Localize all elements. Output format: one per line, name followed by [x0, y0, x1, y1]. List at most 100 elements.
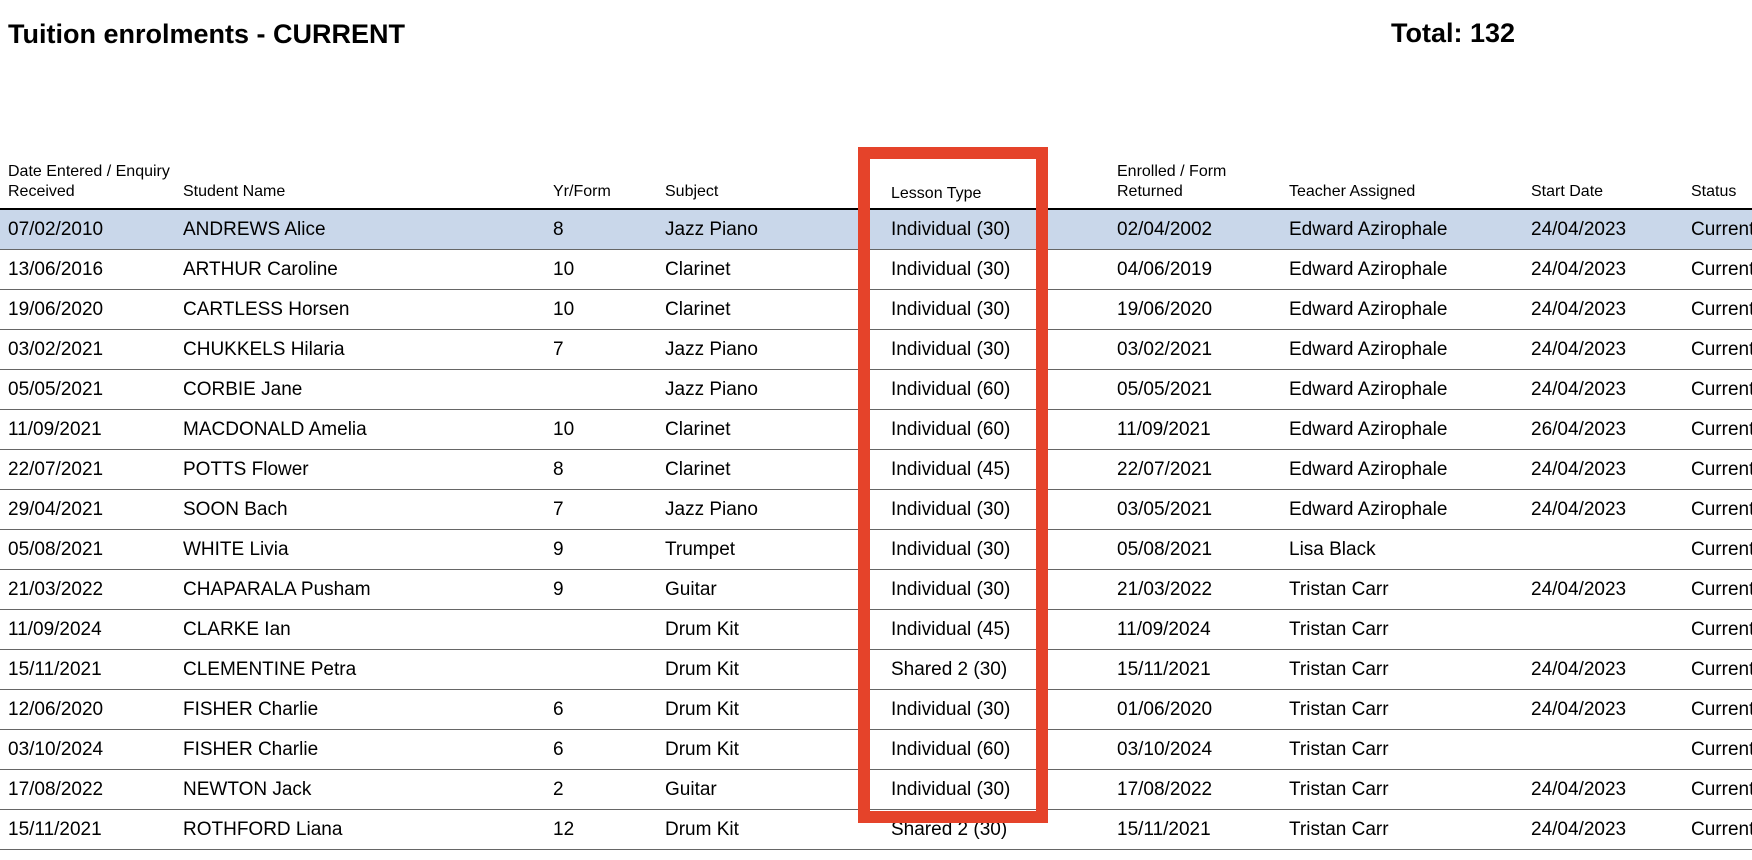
report-title: Tuition enrolments - CURRENT: [8, 19, 405, 49]
date-entered-cell: 21/03/2022: [0, 569, 175, 610]
table-row[interactable]: 11/09/2024 CLARKE Ian Drum Kit Individual (…: [0, 609, 1752, 650]
column-header-date-entered[interactable]: Date Entered / Enquiry Received: [0, 162, 175, 210]
start-date-cell: 24/04/2023: [1523, 809, 1683, 850]
enrolled-cell: 15/11/2021: [1109, 809, 1281, 850]
column-header-status[interactable]: Status: [1683, 162, 1752, 210]
enrolled-cell: 11/09/2021: [1109, 409, 1281, 450]
lesson-type-cell: Individual (30): [883, 329, 1109, 370]
subject-cell: Drum Kit: [657, 809, 883, 850]
student-name-cell: ANDREWS Alice: [175, 209, 545, 250]
table-row[interactable]: 11/09/2021 MACDONALD Amelia 10 Clarinet Indi…: [0, 409, 1752, 450]
status-cell: Current: [1683, 609, 1752, 650]
column-header-teacher-assigned[interactable]: Teacher Assigned: [1281, 162, 1523, 210]
table-row[interactable]: 13/06/2016 ARTHUR Caroline 10 Clarinet Indiv…: [0, 249, 1752, 290]
teacher-cell: Lisa Black: [1281, 529, 1523, 570]
column-header-enrolled[interactable]: Enrolled / Form Returned: [1109, 162, 1281, 210]
date-entered-cell: 29/04/2021: [0, 489, 175, 530]
student-name-cell: POTTS Flower: [175, 449, 545, 490]
teacher-cell: Edward Azirophale: [1281, 449, 1523, 490]
date-entered-cell: 05/08/2021: [0, 529, 175, 570]
enrolled-cell: 03/02/2021: [1109, 329, 1281, 370]
student-name-cell: CARTLESS Horsen: [175, 289, 545, 330]
status-cell: Current: [1683, 209, 1752, 250]
date-entered-cell: 19/06/2020: [0, 289, 175, 330]
subject-cell: Jazz Piano: [657, 209, 883, 250]
date-entered-cell: 22/07/2021: [0, 449, 175, 490]
table-row[interactable]: 15/11/2021 ROTHFORD Liana 12 Drum Kit Shared…: [0, 809, 1752, 850]
lesson-type-cell: Individual (30): [883, 289, 1109, 330]
start-date-cell: 24/04/2023: [1523, 289, 1683, 330]
enrolled-cell: 17/08/2022: [1109, 769, 1281, 810]
start-date-cell: 24/04/2023: [1523, 209, 1683, 250]
start-date-cell: [1523, 609, 1683, 650]
student-name-cell: CORBIE Jane: [175, 369, 545, 410]
subject-cell: Drum Kit: [657, 649, 883, 690]
subject-cell: Clarinet: [657, 249, 883, 290]
student-name-cell: SOON Bach: [175, 489, 545, 530]
column-header-start-date[interactable]: Start Date: [1523, 162, 1683, 210]
table-row[interactable]: 29/04/2021 SOON Bach 7 Jazz Piano Individual…: [0, 489, 1752, 530]
enrolled-cell: 15/11/2021: [1109, 649, 1281, 690]
lesson-type-cell: Shared 2 (30): [883, 649, 1109, 690]
subject-cell: Jazz Piano: [657, 369, 883, 410]
status-cell: Current: [1683, 489, 1752, 530]
enrolled-cell: 05/05/2021: [1109, 369, 1281, 410]
subject-cell: Guitar: [657, 769, 883, 810]
table-row[interactable]: 21/03/2022 CHAPARALA Pusham 9 Guitar Individ…: [0, 569, 1752, 610]
subject-cell: Drum Kit: [657, 729, 883, 770]
column-header-student-name[interactable]: Student Name: [175, 162, 545, 210]
start-date-cell: 24/04/2023: [1523, 649, 1683, 690]
yr-form-cell: 10: [545, 409, 657, 450]
subject-cell: Clarinet: [657, 409, 883, 450]
table-row[interactable]: 22/07/2021 POTTS Flower 8 Clarinet Individua…: [0, 449, 1752, 490]
start-date-cell: [1523, 529, 1683, 570]
start-date-cell: 24/04/2023: [1523, 569, 1683, 610]
subject-cell: Jazz Piano: [657, 329, 883, 370]
yr-form-cell: [545, 369, 657, 410]
column-header-lesson-type[interactable]: Lesson Type: [883, 162, 1109, 210]
teacher-cell: Tristan Carr: [1281, 729, 1523, 770]
table-row[interactable]: 19/06/2020 CARTLESS Horsen 10 Clarinet Indiv…: [0, 289, 1752, 330]
yr-form-cell: 8: [545, 209, 657, 250]
table-row[interactable]: 05/08/2021 WHITE Livia 9 Trumpet Individual …: [0, 529, 1752, 570]
table-row[interactable]: 07/02/2010 ANDREWS Alice 8 Jazz Piano Indivi…: [0, 209, 1752, 250]
table-row[interactable]: 03/02/2021 CHUKKELS Hilaria 7 Jazz Piano Ind…: [0, 329, 1752, 370]
enrolled-cell: 03/05/2021: [1109, 489, 1281, 530]
yr-form-cell: 12: [545, 809, 657, 850]
teacher-cell: Tristan Carr: [1281, 569, 1523, 610]
date-entered-cell: 15/11/2021: [0, 649, 175, 690]
student-name-cell: CHUKKELS Hilaria: [175, 329, 545, 370]
table-row[interactable]: 05/05/2021 CORBIE Jane Jazz Piano Individua…: [0, 369, 1752, 410]
yr-form-cell: 7: [545, 329, 657, 370]
yr-form-cell: 7: [545, 489, 657, 530]
teacher-cell: Edward Azirophale: [1281, 289, 1523, 330]
yr-form-cell: 10: [545, 289, 657, 330]
subject-cell: Trumpet: [657, 529, 883, 570]
yr-form-cell: 9: [545, 529, 657, 570]
table-row[interactable]: 17/08/2022 NEWTON Jack 2 Guitar Individual (…: [0, 769, 1752, 810]
table-row[interactable]: 03/10/2024 FISHER Charlie 6 Drum Kit Individ…: [0, 729, 1752, 770]
teacher-cell: Edward Azirophale: [1281, 409, 1523, 450]
start-date-cell: 24/04/2023: [1523, 329, 1683, 370]
status-cell: Current: [1683, 769, 1752, 810]
status-cell: Current: [1683, 449, 1752, 490]
status-cell: Current: [1683, 809, 1752, 850]
teacher-cell: Edward Azirophale: [1281, 249, 1523, 290]
yr-form-cell: 9: [545, 569, 657, 610]
teacher-cell: Edward Azirophale: [1281, 489, 1523, 530]
start-date-cell: [1523, 729, 1683, 770]
lesson-type-cell: Individual (30): [883, 249, 1109, 290]
table-row[interactable]: 12/06/2020 FISHER Charlie 6 Drum Kit Individ…: [0, 689, 1752, 730]
lesson-type-cell: Individual (30): [883, 689, 1109, 730]
start-date-cell: 24/04/2023: [1523, 449, 1683, 490]
column-header-subject[interactable]: Subject: [657, 162, 883, 210]
yr-form-cell: 6: [545, 729, 657, 770]
yr-form-cell: 10: [545, 249, 657, 290]
table-row[interactable]: 15/11/2021 CLEMENTINE Petra Drum Kit Shared…: [0, 649, 1752, 690]
column-header-yr-form[interactable]: Yr/Form: [545, 162, 657, 210]
enrolled-cell: 11/09/2024: [1109, 609, 1281, 650]
lesson-type-cell: Individual (60): [883, 729, 1109, 770]
table-header-row: Date Entered / Enquiry Received Student …: [0, 162, 1752, 210]
enrolled-cell: 04/06/2019: [1109, 249, 1281, 290]
teacher-cell: Tristan Carr: [1281, 649, 1523, 690]
